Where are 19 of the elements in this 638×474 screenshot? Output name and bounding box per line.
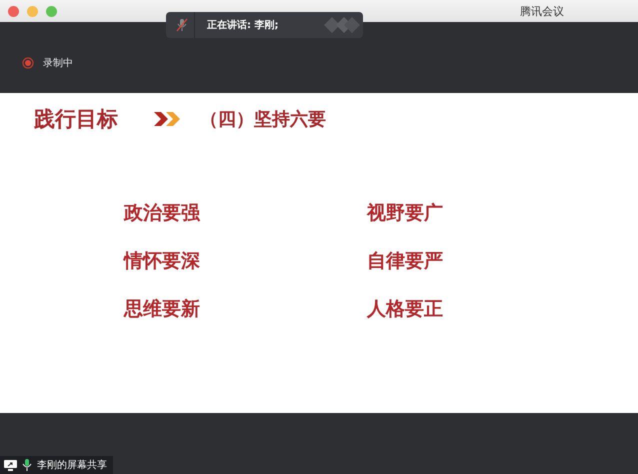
slide-bullet-text: 视野要广 — [367, 201, 444, 225]
screen-share-label: 李刚的屏幕共享 — [37, 458, 107, 472]
slide-bullet-text: 自律要严 — [367, 249, 444, 273]
zoom-button[interactable] — [46, 6, 57, 16]
slide-bullet-text: 政治要强 — [124, 201, 201, 225]
slide-section-title: 践行目标 — [34, 106, 119, 133]
speaker-label: 正在讲话: 李刚; — [207, 18, 278, 32]
minimize-button[interactable] — [27, 6, 38, 16]
window-title: 腾讯会议 — [520, 4, 564, 19]
slide-bullet-text: 人格要正 — [367, 297, 444, 321]
diamond-logo-icon — [324, 17, 360, 33]
slide-bullet-text: 情怀要深 — [124, 249, 201, 273]
slide-bullet-text: 思维要新 — [124, 297, 201, 321]
recording-label: 录制中 — [43, 56, 73, 70]
close-button[interactable] — [8, 6, 19, 16]
slide-heading: （四）坚持六要 — [200, 108, 326, 131]
muted-microphone-icon — [176, 18, 188, 32]
microphone-icon — [22, 459, 32, 471]
screen-share-icon — [4, 460, 17, 470]
